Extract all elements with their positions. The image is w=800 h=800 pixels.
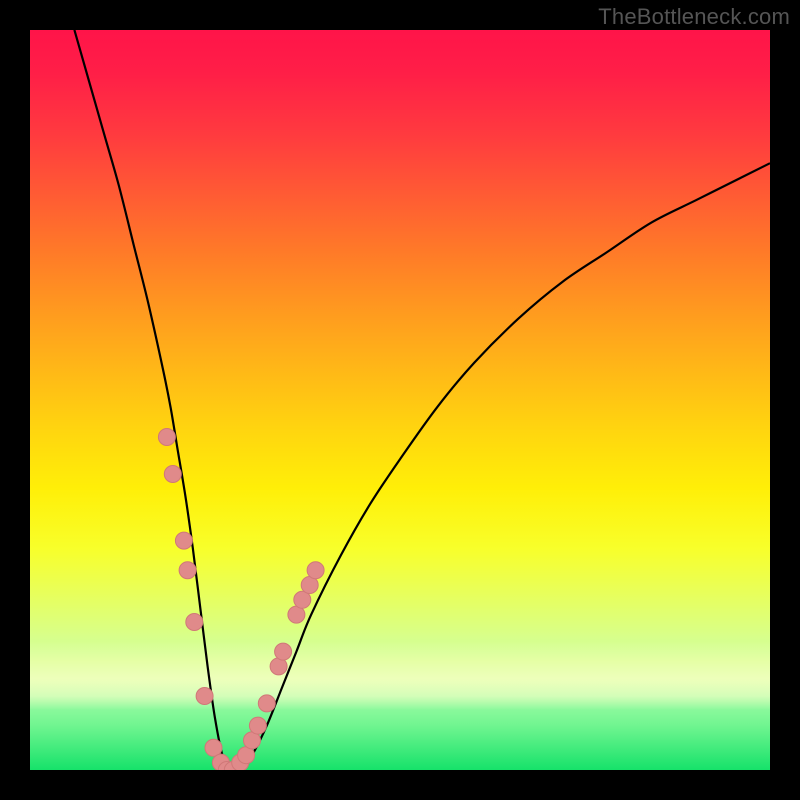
- curve-marker: [275, 643, 292, 660]
- curve-marker: [196, 688, 213, 705]
- curve-marker: [249, 717, 266, 734]
- chart-frame: TheBottleneck.com: [0, 0, 800, 800]
- chart-svg: [30, 30, 770, 770]
- curve-marker: [179, 562, 196, 579]
- curve-marker: [175, 532, 192, 549]
- curve-marker: [186, 614, 203, 631]
- chart-plot-area: [30, 30, 770, 770]
- curve-marker: [164, 466, 181, 483]
- curve-marker: [307, 562, 324, 579]
- bottleneck-curve: [74, 30, 770, 770]
- curve-marker: [158, 429, 175, 446]
- curve-marker: [258, 695, 275, 712]
- attribution-text: TheBottleneck.com: [598, 4, 790, 30]
